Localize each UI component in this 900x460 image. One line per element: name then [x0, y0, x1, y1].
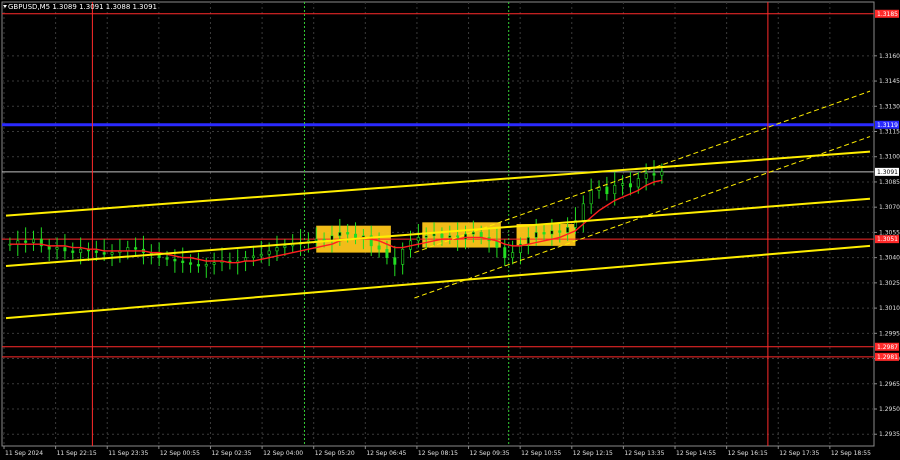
- x-tick-label: 12 Sep 08:15: [418, 450, 458, 457]
- candle-body: [181, 260, 185, 263]
- candle-body: [416, 237, 420, 242]
- y-tick-label: 1.2950: [879, 406, 900, 413]
- candle-body: [385, 248, 389, 258]
- candle-body: [542, 232, 546, 235]
- candle-body: [102, 252, 106, 255]
- y-tick-label: 1.2935: [879, 431, 900, 438]
- candle-body: [613, 185, 617, 195]
- candle-body: [644, 173, 648, 179]
- x-tick-label: 11 Sep 2024: [5, 450, 43, 457]
- candle-body: [259, 253, 263, 257]
- candle-body: [31, 238, 35, 243]
- candle-body: [267, 250, 271, 255]
- x-tick-label: 12 Sep 02:35: [211, 450, 251, 457]
- candle-body: [189, 262, 193, 265]
- candle-body: [283, 245, 287, 248]
- candle-body: [346, 232, 350, 235]
- price-badge-label: 1.3185: [877, 11, 898, 18]
- candle-body: [63, 247, 67, 252]
- y-tick-label: 1.3010: [879, 305, 900, 312]
- y-tick-label: 1.2995: [879, 330, 900, 337]
- candle-body: [338, 232, 342, 237]
- x-tick-label: 12 Sep 10:55: [521, 450, 561, 457]
- y-tick-label: 1.3115: [879, 129, 900, 136]
- candle-body: [401, 248, 405, 265]
- price-badge-label: 1.2987: [877, 344, 898, 351]
- x-tick-label: 12 Sep 14:55: [676, 450, 716, 457]
- candle-body: [94, 250, 98, 253]
- x-tick-label: 12 Sep 00:55: [160, 450, 200, 457]
- candle-body: [251, 255, 255, 258]
- candle-body: [196, 264, 200, 267]
- y-tick-label: 1.3100: [879, 154, 900, 161]
- candle-body: [652, 173, 656, 176]
- y-tick-label: 1.3130: [879, 103, 900, 110]
- candle-body: [71, 250, 75, 253]
- candle-body: [589, 190, 593, 205]
- candle-body: [558, 230, 562, 233]
- candle-body: [24, 240, 28, 243]
- candle-body: [636, 178, 640, 188]
- candle-body: [463, 233, 467, 240]
- candle-body: [424, 235, 428, 238]
- candle-body: [550, 230, 554, 235]
- candle-body: [621, 183, 625, 186]
- y-tick-label: 1.2965: [879, 381, 900, 388]
- candle-body: [165, 257, 169, 260]
- y-tick-label: 1.3160: [879, 53, 900, 60]
- candle-body: [432, 233, 436, 237]
- candle-body: [212, 262, 216, 265]
- y-tick-label: 1.3070: [879, 204, 900, 211]
- y-tick-label: 1.3025: [879, 280, 900, 287]
- price-badge-label: 1.2981: [877, 354, 898, 361]
- candle-body: [275, 247, 279, 252]
- candle-body: [110, 252, 114, 255]
- x-tick-label: 12 Sep 05:20: [315, 450, 355, 457]
- x-tick-label: 12 Sep 18:55: [831, 450, 871, 457]
- candle-body: [605, 186, 609, 195]
- x-tick-label: 12 Sep 16:15: [728, 450, 768, 457]
- candle-body: [204, 264, 208, 267]
- candle-body: [511, 252, 515, 258]
- x-tick-label: 12 Sep 04:00: [263, 450, 303, 457]
- candle-body: [566, 227, 570, 233]
- candle-body: [534, 232, 538, 238]
- x-tick-label: 11 Sep 22:15: [57, 450, 97, 457]
- price-chart: 1.3160 1.3145 1.3130 1.3115 1.3100 1.3085 1.30…: [0, 0, 900, 460]
- chart-title: GBPUSD,M5 1.3089 1.3091 1.3088 1.3091: [8, 3, 157, 11]
- candle-body: [377, 245, 381, 250]
- candle-body: [354, 233, 358, 238]
- candle-body: [173, 259, 177, 262]
- candle-body: [440, 233, 444, 238]
- x-tick-label: 12 Sep 12:15: [573, 450, 613, 457]
- price-badge-label: 1.3119: [877, 122, 898, 129]
- y-tick-label: 1.3040: [879, 255, 900, 262]
- candle-body: [479, 232, 483, 238]
- candle-body: [314, 238, 318, 242]
- candle-body: [55, 247, 59, 250]
- price-badge-label: 1.3091: [877, 169, 898, 176]
- candle-body: [660, 171, 664, 176]
- candle-body: [628, 183, 632, 188]
- x-tick-label: 11 Sep 23:35: [108, 450, 148, 457]
- price-badge-label: 1.3051: [877, 236, 898, 243]
- candle-body: [79, 248, 83, 253]
- y-tick-label: 1.3085: [879, 179, 900, 186]
- candle-body: [393, 257, 397, 265]
- x-tick-label: 12 Sep 17:35: [779, 450, 819, 457]
- candle-body: [134, 247, 138, 250]
- candle-body: [581, 203, 585, 221]
- y-tick-label: 1.3145: [879, 78, 900, 85]
- x-tick-label: 12 Sep 09:35: [470, 450, 510, 457]
- candle-body: [448, 235, 452, 238]
- x-tick-label: 12 Sep 06:45: [366, 450, 406, 457]
- candle-body: [503, 247, 507, 258]
- candle-body: [526, 237, 530, 245]
- candle-body: [471, 232, 475, 235]
- x-tick-label: 12 Sep 13:35: [624, 450, 664, 457]
